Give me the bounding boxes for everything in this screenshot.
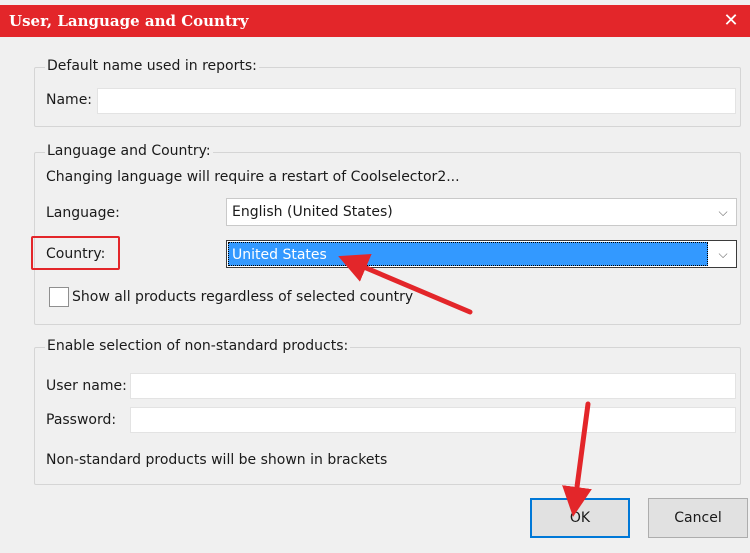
password-input[interactable]: [130, 407, 736, 433]
show-all-products-checkbox[interactable]: [49, 287, 69, 307]
ok-button[interactable]: OK: [530, 498, 630, 538]
chevron-down-icon[interactable]: ⌵: [710, 241, 736, 267]
language-country-legend: Language and Country:: [45, 143, 213, 159]
name-label: Name:: [46, 92, 93, 108]
country-label-annotation-box: [31, 236, 120, 270]
non-standard-legend: Enable selection of non-standard product…: [45, 338, 351, 354]
close-icon[interactable]: ✕: [712, 5, 750, 37]
restart-note: Changing language will require a restart…: [46, 169, 460, 185]
language-select-value: English (United States): [232, 204, 393, 220]
username-input[interactable]: [130, 373, 736, 399]
title-bar: User, Language and Country ✕: [0, 5, 750, 37]
country-select[interactable]: United States ⌵: [226, 240, 737, 268]
cancel-button[interactable]: Cancel: [648, 498, 748, 538]
username-label: User name:: [46, 378, 127, 394]
report-name-legend: Default name used in reports:: [45, 58, 259, 74]
chevron-down-icon[interactable]: ⌵: [710, 199, 736, 225]
name-input[interactable]: [97, 88, 736, 114]
non-standard-note: Non-standard products will be shown in b…: [46, 452, 388, 468]
dialog-title: User, Language and Country: [9, 12, 249, 30]
language-label: Language:: [46, 205, 120, 221]
country-select-value: United States: [228, 242, 708, 266]
language-select[interactable]: English (United States) ⌵: [226, 198, 737, 226]
dialog-window: User, Language and Country ✕ Default nam…: [0, 0, 750, 553]
password-label: Password:: [46, 412, 117, 428]
show-all-products-label[interactable]: Show all products regardless of selected…: [72, 289, 413, 305]
